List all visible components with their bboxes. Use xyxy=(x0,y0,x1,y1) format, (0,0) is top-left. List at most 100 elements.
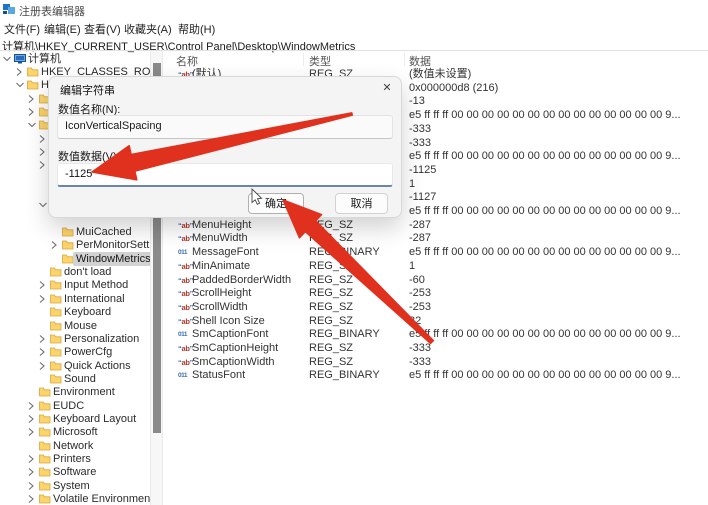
tree-item-label[interactable]: EUDC xyxy=(53,399,84,413)
value-data: 1 xyxy=(409,259,415,273)
menu-file[interactable]: 文件(F) xyxy=(4,21,40,34)
tree-item-quick-actions[interactable]: Quick Actions xyxy=(0,359,150,373)
tree-item-volatile-environment[interactable]: Volatile Environment xyxy=(0,492,150,505)
menu-view[interactable]: 查看(V) xyxy=(84,21,121,34)
chevron-collapsed-icon[interactable] xyxy=(38,147,48,157)
chevron-collapsed-icon[interactable] xyxy=(27,467,37,477)
chevron-collapsed-icon[interactable] xyxy=(27,107,37,117)
table-row-smcaptionfont[interactable]: 011SmCaptionFontREG_BINARYe5 ff ff ff 00… xyxy=(172,327,708,341)
folder-icon xyxy=(50,334,62,344)
value-data: -287 xyxy=(409,218,431,232)
chevron-collapsed-icon[interactable] xyxy=(38,334,48,344)
chevron-collapsed-icon[interactable] xyxy=(27,94,37,104)
tree-item-label[interactable]: PerMonitorSettin xyxy=(76,238,150,252)
tree-item-software[interactable]: Software xyxy=(0,465,150,479)
tree-item-sound[interactable]: Sound xyxy=(0,372,150,386)
menu-edit[interactable]: 编辑(E) xyxy=(44,21,81,34)
tree-item-printers[interactable]: Printers xyxy=(0,452,150,466)
tree-item-permonitorsettin[interactable]: PerMonitorSettin xyxy=(0,238,150,252)
chevron-expanded-icon[interactable] xyxy=(27,120,37,130)
value-type: REG_BINARY xyxy=(309,245,380,259)
chevron-collapsed-icon[interactable] xyxy=(38,134,48,144)
tree-item-windowmetrics[interactable]: WindowMetrics xyxy=(0,252,150,266)
tree-item-label[interactable]: Volatile Environment xyxy=(53,492,150,505)
chevron-collapsed-icon[interactable] xyxy=(38,280,48,290)
chevron-collapsed-icon[interactable] xyxy=(27,414,37,424)
tree-item-label[interactable]: 计算机 xyxy=(28,52,61,66)
chevron-expanded-icon[interactable] xyxy=(2,54,12,64)
tree-item-label[interactable]: Input Method xyxy=(64,278,128,292)
close-icon[interactable]: ✕ xyxy=(379,81,395,95)
table-row-smcaptionheight[interactable]: “ab”SmCaptionHeightREG_SZ-333 xyxy=(172,341,708,355)
table-row-paddedborderwidth[interactable]: “ab”PaddedBorderWidthREG_SZ-60 xyxy=(172,273,708,287)
tree-item-label[interactable]: Environment xyxy=(53,385,115,399)
tree-item-label[interactable]: Keyboard xyxy=(64,305,111,319)
tree-item-label[interactable]: International xyxy=(64,292,125,306)
tree-item-label[interactable]: WindowMetrics xyxy=(73,252,150,266)
table-row-statusfont[interactable]: 011StatusFontREG_BINARYe5 ff ff ff 00 00… xyxy=(172,368,708,382)
column-separator[interactable] xyxy=(303,53,304,66)
chevron-expanded-icon[interactable] xyxy=(15,80,25,90)
table-row-menuheight[interactable]: “ab”MenuHeightREG_SZ-287 xyxy=(172,218,708,232)
tree-item-microsoft[interactable]: Microsoft xyxy=(0,425,150,439)
menu-favorites[interactable]: 收藏夹(A) xyxy=(124,21,172,34)
table-row-scrollheight[interactable]: “ab”ScrollHeightREG_SZ-253 xyxy=(172,286,708,300)
chevron-collapsed-icon[interactable] xyxy=(27,401,37,411)
tree-item-environment[interactable]: Environment xyxy=(0,385,150,399)
chevron-collapsed-icon[interactable] xyxy=(27,481,37,491)
tree-item-international[interactable]: International xyxy=(0,292,150,306)
value-data-input[interactable]: -1125 xyxy=(57,163,393,187)
chevron-collapsed-icon[interactable] xyxy=(27,494,37,504)
table-row-scrollwidth[interactable]: “ab”ScrollWidthREG_SZ-253 xyxy=(172,300,708,314)
tree-item-label[interactable]: Quick Actions xyxy=(64,359,131,373)
tree-item-keyboard[interactable]: Keyboard xyxy=(0,305,150,319)
tree-item-eudc[interactable]: EUDC xyxy=(0,399,150,413)
chevron-collapsed-icon[interactable] xyxy=(50,240,60,250)
tree-item-personalization[interactable]: Personalization xyxy=(0,332,150,346)
tree-item-network[interactable]: Network xyxy=(0,439,150,453)
ok-button[interactable]: 确定 xyxy=(248,193,304,214)
tree-item-input-method[interactable]: Input Method xyxy=(0,278,150,292)
chevron-collapsed-icon[interactable] xyxy=(15,67,25,77)
tree-item-label[interactable]: Software xyxy=(53,465,96,479)
table-row-shell-icon-size[interactable]: “ab”Shell Icon SizeREG_SZ32 xyxy=(172,314,708,328)
table-row-messagefont[interactable]: 011MessageFontREG_BINARYe5 ff ff ff 00 0… xyxy=(172,245,708,259)
table-row-menuwidth[interactable]: “ab”MenuWidthREG_SZ-287 xyxy=(172,231,708,245)
value-type: REG_BINARY xyxy=(309,327,380,341)
tree-item-label[interactable]: Keyboard Layout xyxy=(53,412,136,426)
tree-item-label[interactable]: Network xyxy=(53,439,93,453)
value-data: -1125 xyxy=(409,163,436,177)
tree-item-label[interactable]: Microsoft xyxy=(53,425,98,439)
tree-item-label[interactable]: MuiCached xyxy=(76,225,132,239)
chevron-collapsed-icon[interactable] xyxy=(38,160,48,170)
chevron-expanded-icon[interactable] xyxy=(38,200,48,210)
column-separator[interactable] xyxy=(404,53,405,66)
tree-item-label[interactable]: System xyxy=(53,479,90,493)
tree-item-label[interactable]: don't load xyxy=(64,265,111,279)
tree-item-label[interactable]: Printers xyxy=(53,452,91,466)
tree-item-don-t-load[interactable]: don't load xyxy=(0,265,150,279)
tree-item--[interactable]: 计算机 xyxy=(0,52,150,66)
value-name: SmCaptionHeight xyxy=(192,341,278,355)
chevron-collapsed-icon[interactable] xyxy=(38,347,48,357)
tree-item-muicached[interactable]: MuiCached xyxy=(0,225,150,239)
chevron-collapsed-icon[interactable] xyxy=(27,454,37,464)
tree-item-mouse[interactable]: Mouse xyxy=(0,319,150,333)
tree-item-label[interactable]: Mouse xyxy=(64,319,97,333)
value-data: -287 xyxy=(409,231,431,245)
chevron-collapsed-icon[interactable] xyxy=(38,294,48,304)
table-row-smcaptionwidth[interactable]: “ab”SmCaptionWidthREG_SZ-333 xyxy=(172,355,708,369)
cancel-button[interactable]: 取消 xyxy=(335,193,388,214)
tree-item-keyboard-layout[interactable]: Keyboard Layout xyxy=(0,412,150,426)
tree-item-system[interactable]: System xyxy=(0,479,150,493)
tree-item-label[interactable]: Sound xyxy=(64,372,96,386)
folder-icon xyxy=(39,387,51,397)
tree-item-label[interactable]: Personalization xyxy=(64,332,139,346)
chevron-collapsed-icon[interactable] xyxy=(27,427,37,437)
table-row-minanimate[interactable]: “ab”MinAnimateREG_SZ1 xyxy=(172,259,708,273)
reg-sz-icon: “ab” xyxy=(178,260,191,271)
menu-help[interactable]: 帮助(H) xyxy=(178,21,215,34)
chevron-collapsed-icon[interactable] xyxy=(38,361,48,371)
tree-item-label[interactable]: PowerCfg xyxy=(64,345,112,359)
tree-item-powercfg[interactable]: PowerCfg xyxy=(0,345,150,359)
